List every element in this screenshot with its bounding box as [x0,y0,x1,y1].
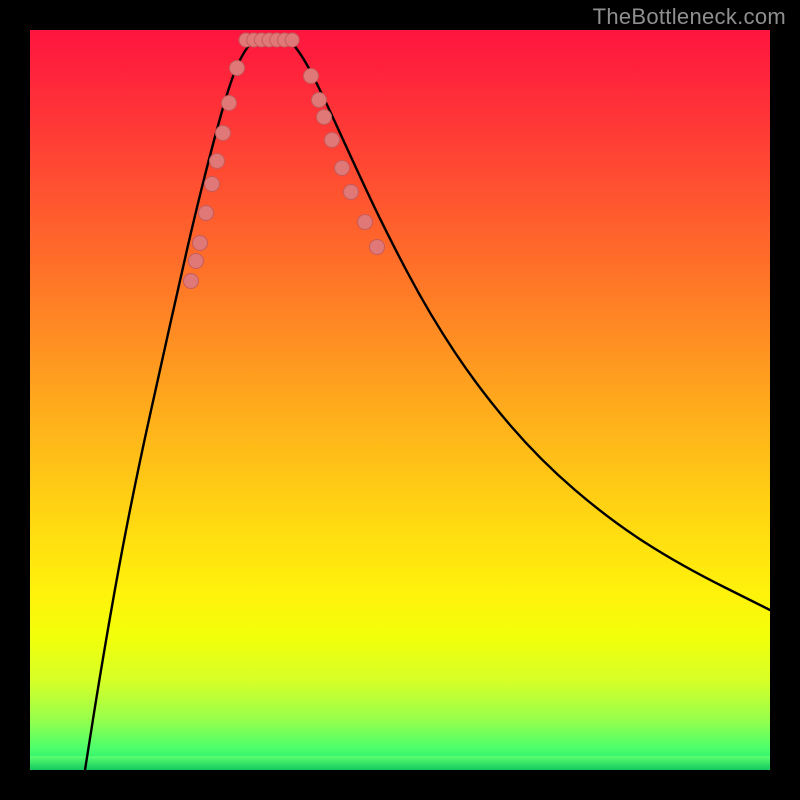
bottom-blob [239,33,299,47]
data-point [344,185,359,200]
data-point [184,274,199,289]
data-point [312,93,327,108]
data-point [205,177,220,192]
markers-left [184,61,245,289]
valley-point [285,33,299,47]
data-point [189,254,204,269]
curves-layer [30,30,770,770]
chart-frame: TheBottleneck.com [0,0,800,800]
data-point [222,96,237,111]
plot-area [30,30,770,770]
data-point [304,69,319,84]
data-point [210,154,225,169]
data-point [317,110,332,125]
data-point [193,236,208,251]
data-point [325,133,340,148]
data-point [358,215,373,230]
data-point [335,161,350,176]
left-curve [85,40,254,770]
markers-right [304,69,385,255]
data-point [370,240,385,255]
right-curve [290,40,770,610]
data-point [216,126,231,141]
data-point [230,61,245,76]
watermark-text: TheBottleneck.com [593,4,786,30]
data-point [199,206,214,221]
